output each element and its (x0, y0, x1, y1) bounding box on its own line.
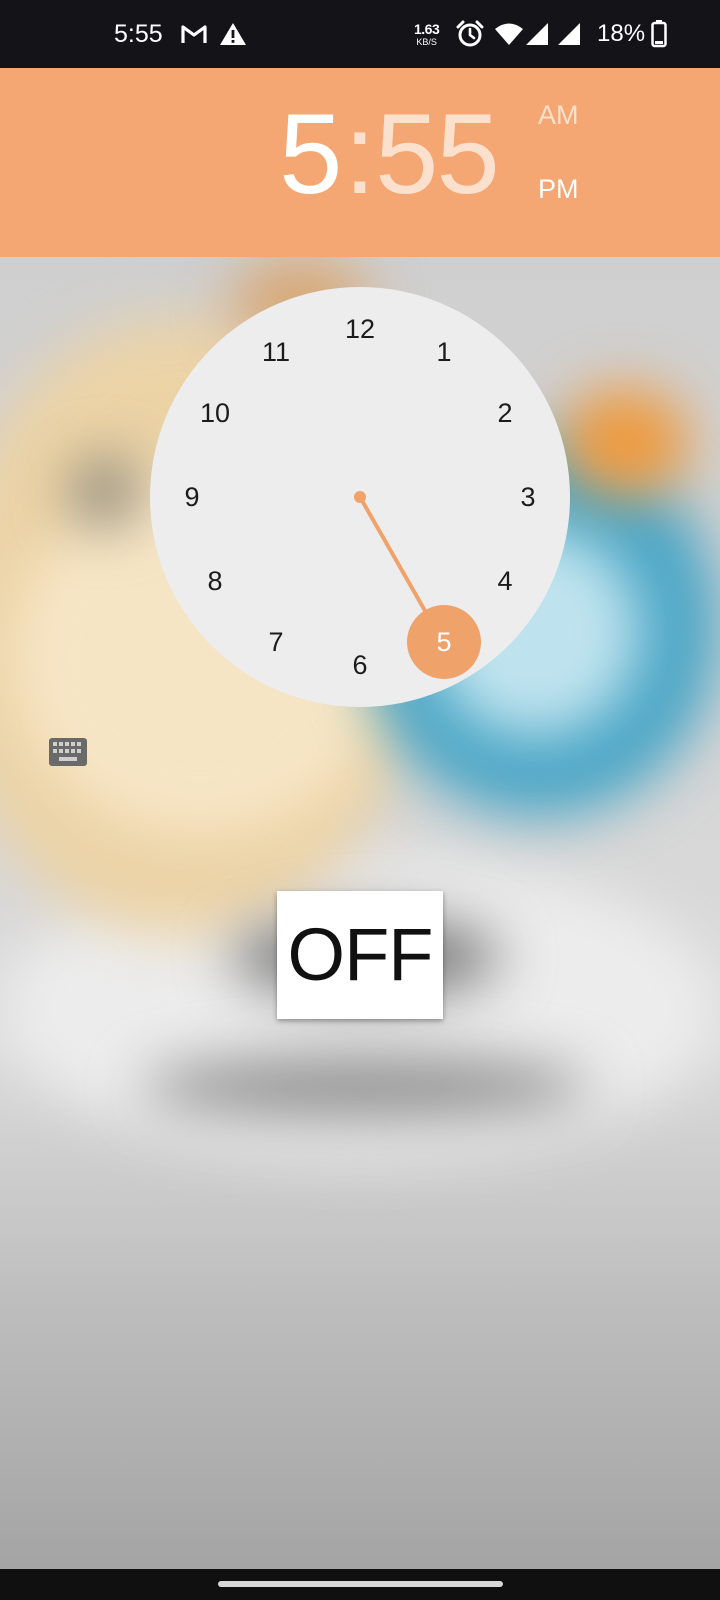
dial-number-8[interactable]: 8 (190, 561, 240, 601)
status-time: 5:55 (114, 19, 163, 48)
dial-number-1[interactable]: 1 (419, 332, 469, 372)
am-toggle[interactable]: AM (538, 102, 579, 129)
network-speed: 1.63 KB/S (414, 0, 440, 68)
gesture-handle[interactable] (218, 1581, 503, 1587)
selected-hour-5[interactable]: 5 (407, 605, 481, 679)
warning-icon (219, 0, 247, 68)
dial-number-11[interactable]: 11 (251, 332, 301, 372)
off-button[interactable]: OFF (277, 891, 443, 1019)
clock-dial[interactable]: 12 1 2 3 4 6 7 8 9 10 11 5 (150, 287, 570, 707)
hour-display[interactable]: 5 (279, 98, 342, 212)
dial-number-7[interactable]: 7 (251, 622, 301, 662)
network-speed-value: 1.63 (414, 20, 440, 37)
dial-number-9[interactable]: 9 (167, 477, 217, 517)
signal-icon (524, 0, 550, 68)
network-speed-unit: KB/S (416, 36, 437, 47)
alarm-icon (456, 0, 484, 68)
dial-number-3[interactable]: 3 (503, 477, 553, 517)
dial-number-2[interactable]: 2 (480, 393, 530, 433)
keyboard-icon[interactable] (42, 730, 94, 774)
battery-icon (651, 0, 667, 68)
pm-toggle[interactable]: PM (538, 176, 579, 203)
minute-display[interactable]: 55 (375, 98, 500, 212)
time-separator: : (344, 91, 376, 218)
dial-number-10[interactable]: 10 (190, 393, 240, 433)
dial-number-12[interactable]: 12 (335, 309, 385, 349)
time-picker-header: 5 : 55 AM PM (0, 68, 720, 257)
dial-number-4[interactable]: 4 (480, 561, 530, 601)
dial-number-6[interactable]: 6 (335, 645, 385, 685)
signal-icon (556, 0, 582, 68)
wifi-icon (494, 0, 524, 68)
status-bar: 5:55 1.63 KB/S 18% (0, 0, 720, 68)
gmail-icon (180, 0, 208, 68)
battery-percent: 18% (597, 20, 646, 47)
navigation-bar (0, 1569, 720, 1600)
